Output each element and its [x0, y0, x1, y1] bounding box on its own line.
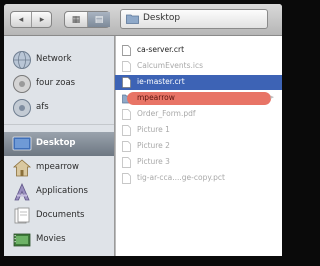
back-arrow-icon: ◂	[18, 14, 24, 25]
list-item[interactable]: Picture 2	[115, 139, 282, 154]
list-item[interactable]: CalcumEvents.ics	[115, 59, 282, 74]
home-icon	[12, 159, 32, 177]
sidebar-item-applications[interactable]: Applications	[4, 180, 114, 204]
image-document-icon	[122, 125, 131, 136]
list-item[interactable]: Picture 1	[115, 123, 282, 138]
applications-icon	[14, 183, 30, 201]
file-list: ca-server.crt CalcumEvents.ics ie-master…	[115, 36, 282, 260]
network-drive-icon	[13, 99, 31, 117]
list-item[interactable]: ca-server.crt	[115, 43, 282, 58]
icon-view-button[interactable]: ▦	[65, 12, 87, 27]
image-document-icon	[122, 157, 131, 168]
pdf-document-icon	[122, 109, 131, 120]
image-document-icon	[122, 173, 131, 184]
desktop-icon	[12, 136, 32, 151]
back-button[interactable]: ◂	[11, 12, 31, 27]
network-globe-icon	[13, 51, 31, 69]
sidebar-item-label: Documents	[36, 210, 85, 220]
list-view-icon: ▤	[94, 14, 104, 25]
view-mode-control: ▦ ▤	[64, 11, 110, 28]
sidebar-item-label: mpearrow	[36, 162, 79, 172]
file-name: ie-master.crt	[137, 77, 185, 86]
sidebar-item-label: Movies	[36, 234, 66, 244]
sidebar-item-home[interactable]: mpearrow	[4, 156, 114, 180]
sidebar-item-label: Applications	[36, 186, 88, 196]
list-item[interactable]: Picture 3	[115, 155, 282, 170]
path-popup-label: Desktop	[143, 13, 181, 23]
file-name: Picture 2	[137, 141, 170, 150]
document-icon	[122, 77, 131, 88]
hard-drive-icon	[13, 75, 31, 93]
sidebar-item-label: four zoas	[36, 78, 76, 88]
sidebar-item-afs[interactable]: afs	[4, 96, 114, 120]
document-icon	[122, 61, 131, 72]
list-item[interactable]: Order_Form.pdf	[115, 107, 282, 122]
screen-border	[0, 256, 286, 266]
file-name: Picture 1	[137, 125, 170, 134]
sidebar-item-desktop[interactable]: Desktop	[4, 132, 114, 156]
sidebar-item-network[interactable]: Network	[4, 48, 114, 72]
folder-icon	[126, 14, 139, 24]
file-name: mpearrow	[137, 93, 175, 102]
sidebar-item-documents[interactable]: Documents	[4, 204, 114, 228]
file-name: ca-server.crt	[137, 45, 185, 54]
image-document-icon	[122, 141, 131, 152]
back-forward-control: ◂ ▸	[10, 11, 52, 28]
file-name: Picture 3	[137, 157, 170, 166]
list-item[interactable]: ie-master.crt	[115, 75, 282, 90]
list-item[interactable]: tig-ar-cca....ge-copy.pct	[115, 171, 282, 186]
forward-arrow-icon: ▸	[39, 14, 45, 25]
sidebar: Network four zoas afs Desktop mpearrow A…	[4, 36, 115, 260]
list-view-button[interactable]: ▤	[87, 12, 110, 27]
file-name: CalcumEvents.ics	[137, 61, 203, 70]
forward-button[interactable]: ▸	[31, 12, 52, 27]
sidebar-item-label: afs	[36, 102, 49, 112]
movies-icon	[13, 233, 31, 247]
sidebar-item-four-zoas[interactable]: four zoas	[4, 72, 114, 96]
path-popup[interactable]: Desktop	[120, 9, 268, 29]
sidebar-item-label: Desktop	[36, 138, 76, 148]
file-name: tig-ar-cca....ge-copy.pct	[137, 173, 225, 182]
icon-view-icon: ▦	[71, 14, 81, 25]
sidebar-divider	[4, 124, 114, 125]
sidebar-item-movies[interactable]: Movies	[4, 228, 114, 252]
list-item[interactable]: mpearrow ▸	[115, 91, 282, 106]
disclosure-arrow-icon: ▸	[270, 93, 274, 101]
sidebar-item-label: Network	[36, 54, 72, 64]
toolbar: ◂ ▸ ▦ ▤ Desktop	[4, 4, 282, 36]
documents-icon	[14, 207, 30, 224]
document-icon	[122, 45, 131, 56]
file-name: Order_Form.pdf	[137, 109, 196, 118]
finder-window: ◂ ▸ ▦ ▤ Desktop Network four zoas afs De…	[4, 4, 282, 260]
